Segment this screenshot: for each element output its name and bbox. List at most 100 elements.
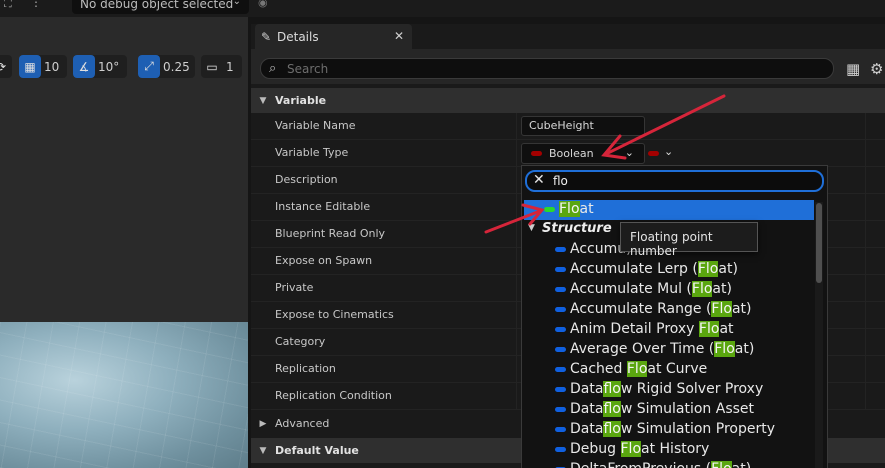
section-default-value-label: Default Value bbox=[275, 444, 359, 457]
column-divider[interactable] bbox=[516, 383, 517, 409]
clear-search-icon[interactable]: ✕ bbox=[533, 172, 545, 188]
type-item-text: Data bbox=[570, 401, 604, 417]
close-icon[interactable]: ✕ bbox=[394, 29, 404, 43]
property-row: Variable Type Boolean ⌄ ⌄ bbox=[251, 140, 885, 167]
grid-snap-value[interactable]: 10 bbox=[41, 60, 64, 74]
debug-object-dropdown[interactable]: No debug object selected ⌄ bbox=[72, 0, 249, 14]
column-divider[interactable] bbox=[516, 221, 517, 247]
type-item-text: at History bbox=[641, 441, 710, 457]
variable-name-field[interactable]: CubeHeight bbox=[521, 116, 645, 136]
single-variable-icon bbox=[648, 151, 659, 156]
scale-snap-value[interactable]: 0.25 bbox=[160, 60, 195, 74]
struct-pin-icon bbox=[555, 267, 566, 272]
rotation-snap-value[interactable]: 10° bbox=[95, 60, 124, 74]
type-list-item[interactable]: Accumulate Mul (Float) bbox=[524, 280, 814, 300]
type-item-text: at) bbox=[718, 261, 738, 277]
column-divider[interactable] bbox=[516, 194, 517, 220]
property-label: Replication bbox=[275, 362, 336, 375]
type-item-text: Average Over Time ( bbox=[570, 341, 715, 357]
type-list-item[interactable]: Accumulate Lerp (Float) bbox=[524, 260, 814, 280]
variable-type-dropdown[interactable]: Boolean ⌄ bbox=[521, 143, 645, 164]
details-search-input[interactable] bbox=[287, 60, 807, 77]
type-item-text: w Simulation Asset bbox=[620, 401, 755, 417]
section-variable-header[interactable]: ▼ Variable bbox=[251, 88, 885, 113]
column-divider bbox=[865, 248, 866, 274]
surface-snap-icon[interactable]: ⟳ bbox=[0, 55, 12, 78]
match-highlight: flo bbox=[603, 381, 621, 397]
property-label: Expose to Cinematics bbox=[275, 308, 394, 321]
type-list-item[interactable]: Dataflow Simulation Property bbox=[524, 420, 814, 440]
struct-pin-icon bbox=[555, 447, 566, 452]
type-list-item[interactable]: DeltaFromPrevious (Float) bbox=[524, 460, 814, 468]
column-divider[interactable] bbox=[516, 356, 517, 382]
details-search-row: ⌕ ▦ ⚙ bbox=[251, 49, 885, 84]
column-divider bbox=[865, 167, 866, 193]
struct-pin-icon bbox=[555, 307, 566, 312]
type-list-item[interactable]: Average Over Time (Float) bbox=[524, 340, 814, 360]
struct-pin-icon bbox=[555, 367, 566, 372]
type-list-item[interactable]: Debug Float History bbox=[524, 440, 814, 460]
type-item-text: at bbox=[719, 321, 734, 337]
type-item-label: Accumulate Mul (Float) bbox=[570, 281, 732, 297]
type-item-text: Accumulate Mul ( bbox=[570, 281, 692, 297]
match-highlight: Flo bbox=[626, 361, 648, 377]
type-list-scrollbar-thumb[interactable] bbox=[816, 203, 822, 283]
struct-pin-icon bbox=[555, 327, 566, 332]
match-highlight: flo bbox=[603, 421, 621, 437]
column-divider[interactable] bbox=[516, 167, 517, 193]
struct-pin-icon bbox=[555, 407, 566, 412]
column-divider[interactable] bbox=[516, 275, 517, 301]
type-item-float[interactable]: Float bbox=[524, 200, 814, 220]
type-item-text: w Rigid Solver Proxy bbox=[620, 381, 764, 397]
type-list-item[interactable]: Accumulate Range (Float) bbox=[524, 300, 814, 320]
type-list-item[interactable]: Dataflow Rigid Solver Proxy bbox=[524, 380, 814, 400]
match-highlight: Flo bbox=[711, 461, 732, 468]
surface-snap-group: ⟳ bbox=[0, 55, 12, 78]
camera-speed-icon[interactable]: ▭ bbox=[201, 55, 223, 78]
struct-pin-icon bbox=[555, 247, 566, 252]
more-icon[interactable]: ⋮ bbox=[30, 0, 42, 9]
column-divider bbox=[865, 113, 866, 139]
column-divider bbox=[865, 275, 866, 301]
type-list-item[interactable]: Cached Float Curve bbox=[524, 360, 814, 380]
match-highlight: flo bbox=[603, 401, 621, 417]
type-item-text: Accumu bbox=[570, 241, 627, 257]
section-advanced-label: Advanced bbox=[275, 417, 330, 430]
column-divider[interactable] bbox=[516, 302, 517, 328]
match-highlight: Flo bbox=[691, 281, 713, 297]
rotation-snap-icon[interactable]: ∡ bbox=[73, 55, 95, 78]
column-divider bbox=[865, 356, 866, 382]
type-search-query[interactable]: flo bbox=[553, 174, 568, 188]
container-type-dropdown[interactable]: ⌄ bbox=[648, 145, 678, 161]
chevron-down-icon: ⌄ bbox=[624, 146, 634, 159]
type-item-label: Dataflow Simulation Asset bbox=[570, 401, 754, 417]
column-divider[interactable] bbox=[516, 329, 517, 355]
level-viewport[interactable]: ⟳ ▦ 10 ∡ 10° ⤢ 0.25 ▭ 1 bbox=[0, 17, 248, 468]
struct-pin-icon bbox=[555, 287, 566, 292]
float-pin-icon bbox=[544, 207, 555, 212]
rotation-snap-group: ∡ 10° bbox=[73, 55, 127, 78]
type-list-item[interactable]: Dataflow Simulation Asset bbox=[524, 400, 814, 420]
debug-object-label: No debug object selected bbox=[80, 0, 234, 11]
menu-icon[interactable]: ⛶ bbox=[4, 0, 12, 11]
camera-speed-value[interactable]: 1 bbox=[223, 60, 239, 74]
gear-icon[interactable]: ⚙ bbox=[870, 60, 883, 78]
column-divider[interactable] bbox=[516, 248, 517, 274]
grid-snap-icon[interactable]: ▦ bbox=[19, 55, 41, 78]
column-divider[interactable] bbox=[516, 140, 517, 166]
type-search-box[interactable]: ✕ flo bbox=[525, 170, 824, 192]
details-search-box[interactable]: ⌕ bbox=[260, 58, 834, 79]
column-divider bbox=[865, 140, 866, 166]
type-list-item[interactable]: Anim Detail Proxy Float bbox=[524, 320, 814, 340]
type-item-text: Data bbox=[570, 381, 604, 397]
type-item-label: Anim Detail Proxy Float bbox=[570, 321, 734, 337]
column-divider[interactable] bbox=[516, 113, 517, 139]
debug-filter-icon[interactable]: ◉ bbox=[258, 0, 268, 9]
property-matrix-icon[interactable]: ▦ bbox=[846, 60, 860, 78]
property-label: Blueprint Read Only bbox=[275, 227, 386, 240]
type-item-label: Dataflow Rigid Solver Proxy bbox=[570, 381, 763, 397]
camera-speed-group: ▭ 1 bbox=[201, 55, 242, 78]
column-divider bbox=[865, 329, 866, 355]
tab-details[interactable]: ✎ Details ✕ bbox=[255, 24, 412, 49]
scale-snap-icon[interactable]: ⤢ bbox=[138, 55, 160, 78]
